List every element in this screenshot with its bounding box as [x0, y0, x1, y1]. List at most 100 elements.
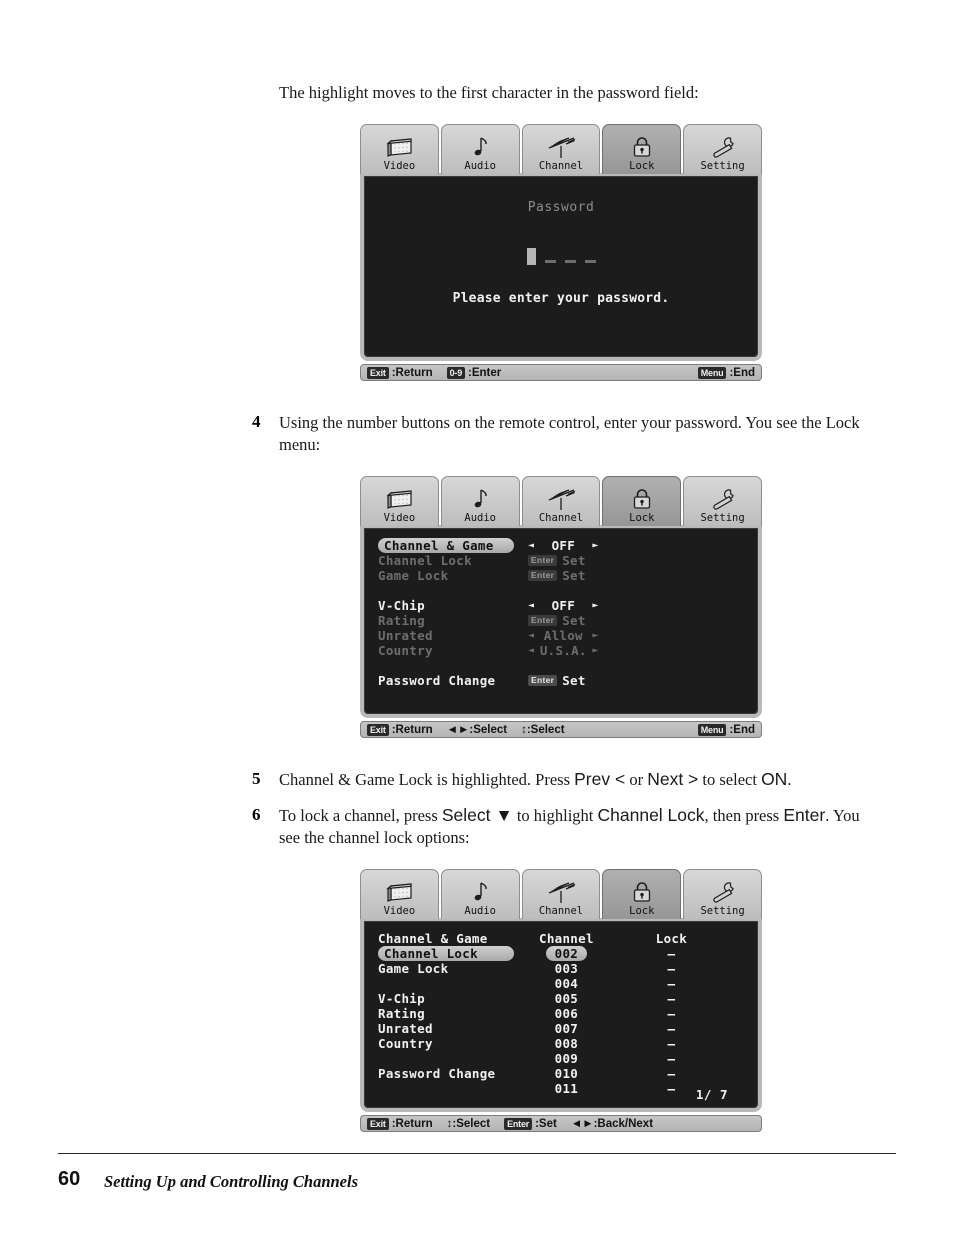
tv-icon	[361, 879, 438, 905]
lock-menu-row[interactable]: V-Chip ◄ OFF ►	[378, 598, 758, 613]
channel-cell[interactable]: 008	[555, 1036, 578, 1051]
password-field[interactable]	[364, 243, 758, 265]
channel-column-header: Channel	[539, 931, 594, 946]
password-dash	[584, 260, 596, 263]
lock-menu-row[interactable]: Game Lock Enter Set	[378, 568, 758, 583]
left-arrow-icon[interactable]: ◄	[528, 600, 534, 611]
osd-tab-channel[interactable]: Channel	[521, 869, 601, 919]
lock-menu-row[interactable]: Channel Lock Enter Set	[378, 553, 758, 568]
step-5-key-prev: Prev <	[574, 769, 626, 789]
osd-tab-setting[interactable]: Setting	[683, 476, 762, 526]
channel-cell[interactable]: 011	[555, 1081, 578, 1096]
lock-cell[interactable]: –	[668, 946, 676, 961]
osd-tab-video[interactable]: Video	[360, 476, 439, 526]
channel-cell[interactable]: 009	[555, 1051, 578, 1066]
osd-tab-audio[interactable]: Audio	[440, 124, 520, 174]
left-arrow-icon[interactable]: ◄	[528, 645, 534, 656]
right-arrow-icon[interactable]: ►	[592, 600, 598, 611]
step-5-key-next: Next >	[647, 769, 699, 789]
lock-menu-row[interactable]: Country ◄ U.S.A. ►	[378, 643, 758, 658]
osd-tab-lock[interactable]: Lock	[602, 476, 682, 526]
lock-column-header: Lock	[655, 931, 688, 946]
osd-tab-label: Video	[383, 512, 416, 524]
lock-menu-row-value[interactable]: Enter Set	[528, 673, 586, 688]
enter-keycap: Enter	[504, 1117, 533, 1130]
lock-menu-row-value[interactable]: Enter Set	[528, 553, 586, 568]
osd-tab-bar: Video Audio Channel Lock Setting	[360, 124, 762, 174]
channel-cell[interactable]: 004	[555, 976, 578, 991]
lock-menu-row-label: Country	[378, 643, 433, 658]
lock-menu-row[interactable]: Unrated ◄ Allow ►	[378, 628, 758, 643]
lock-cell[interactable]: –	[668, 1051, 676, 1066]
lock-cell[interactable]: –	[668, 1036, 676, 1051]
osd-tab-bar: Video Audio Channel Lock Setting	[360, 869, 762, 919]
osd-tab-setting[interactable]: Setting	[683, 869, 762, 919]
lock-cell[interactable]: –	[668, 961, 676, 976]
value-text: Set	[562, 673, 586, 688]
lock-cell[interactable]: –	[668, 976, 676, 991]
osd-tab-video[interactable]: Video	[360, 869, 439, 919]
osd-tab-setting[interactable]: Setting	[683, 124, 762, 174]
padlock-icon	[603, 134, 680, 160]
osd-tab-lock[interactable]: Lock	[602, 124, 682, 174]
channel-cell[interactable]: 003	[555, 961, 578, 976]
right-arrow-icon[interactable]: ►	[592, 630, 598, 641]
channel-cell[interactable]: 007	[555, 1021, 578, 1036]
footer-section-title: Setting Up and Controlling Channels	[104, 1172, 359, 1191]
lock-menu-row-value[interactable]: Enter Set	[528, 568, 586, 583]
step-5-part-2: or	[625, 770, 648, 789]
lock-cell[interactable]: –	[668, 1081, 676, 1096]
lock-cell[interactable]: –	[668, 1006, 676, 1021]
lock-menu-row-value[interactable]: ◄ U.S.A. ►	[528, 643, 599, 658]
osd-tab-label: Setting	[700, 512, 745, 524]
channel-lock-menu-row-label: Rating	[378, 1006, 425, 1021]
menu-hint-label: :End	[729, 366, 755, 379]
osd-status-bar-lock-menu: Exit:Return ◄►:Select ↕:Select Menu :End	[360, 721, 762, 738]
channel-cell[interactable]: 006	[555, 1006, 578, 1021]
right-arrow-icon[interactable]: ►	[592, 645, 598, 656]
footer-divider	[58, 1153, 896, 1154]
left-arrow-icon[interactable]: ◄	[528, 630, 534, 641]
lock-cell[interactable]: –	[668, 1021, 676, 1036]
osd-tab-lock[interactable]: Lock	[602, 869, 682, 919]
value-text: OFF	[551, 598, 576, 613]
lock-menu-row-value[interactable]: ◄ OFF ►	[528, 538, 599, 553]
osd-tab-label: Channel	[538, 905, 584, 917]
osd-tab-audio[interactable]: Audio	[440, 476, 520, 526]
lock-menu-row[interactable]: Password Change Enter Set	[378, 673, 758, 688]
channel-cell[interactable]: 005	[555, 991, 578, 1006]
lock-menu-row-label: Unrated	[378, 628, 433, 643]
step-6-key-enter: Enter	[783, 805, 826, 825]
lock-menu-row-label: Game Lock	[378, 568, 449, 583]
password-title: Password	[527, 200, 595, 215]
lock-menu-row-value[interactable]: ◄ OFF ►	[528, 598, 599, 613]
lock-menu-row[interactable]: Channel & Game ◄ OFF ►	[378, 538, 758, 553]
intro-paragraph: The highlight moves to the first charact…	[279, 83, 699, 102]
osd-tab-video[interactable]: Video	[360, 124, 439, 174]
channel-column: Channel 002 003 004 005 006 007 008 009 010 011	[539, 931, 594, 1096]
osd-tab-audio[interactable]: Audio	[440, 869, 520, 919]
password-cursor	[526, 248, 536, 265]
music-note-icon	[442, 486, 519, 512]
lock-menu-row[interactable]: Rating Enter Set	[378, 613, 758, 628]
channel-lock-menu-row-label: V-Chip	[378, 991, 425, 1006]
osd-tab-label: Audio	[464, 160, 496, 172]
lock-cell[interactable]: –	[668, 1066, 676, 1081]
osd-tab-label: Video	[383, 905, 416, 917]
left-arrow-icon[interactable]: ◄	[528, 540, 534, 551]
osd-tab-channel[interactable]: Channel	[521, 476, 601, 526]
channel-cell[interactable]: 002	[545, 946, 588, 961]
exit-keycap: Exit	[367, 1117, 389, 1130]
osd-tab-channel[interactable]: Channel	[521, 124, 601, 174]
lock-menu-row-value[interactable]: Enter Set	[528, 613, 586, 628]
lock-menu-row-value[interactable]: ◄ Allow ►	[528, 628, 599, 643]
padlock-icon	[603, 879, 680, 905]
right-arrow-icon[interactable]: ►	[592, 540, 598, 551]
lock-cell[interactable]: –	[668, 991, 676, 1006]
music-note-icon	[442, 879, 519, 905]
step-5-part-3: to select	[698, 770, 762, 789]
status-hint-label: ◄►:Back/Next	[570, 1117, 654, 1130]
channel-cell[interactable]: 010	[555, 1066, 578, 1081]
lock-menu-row-label: Channel Lock	[378, 553, 472, 568]
music-note-icon	[442, 134, 519, 160]
